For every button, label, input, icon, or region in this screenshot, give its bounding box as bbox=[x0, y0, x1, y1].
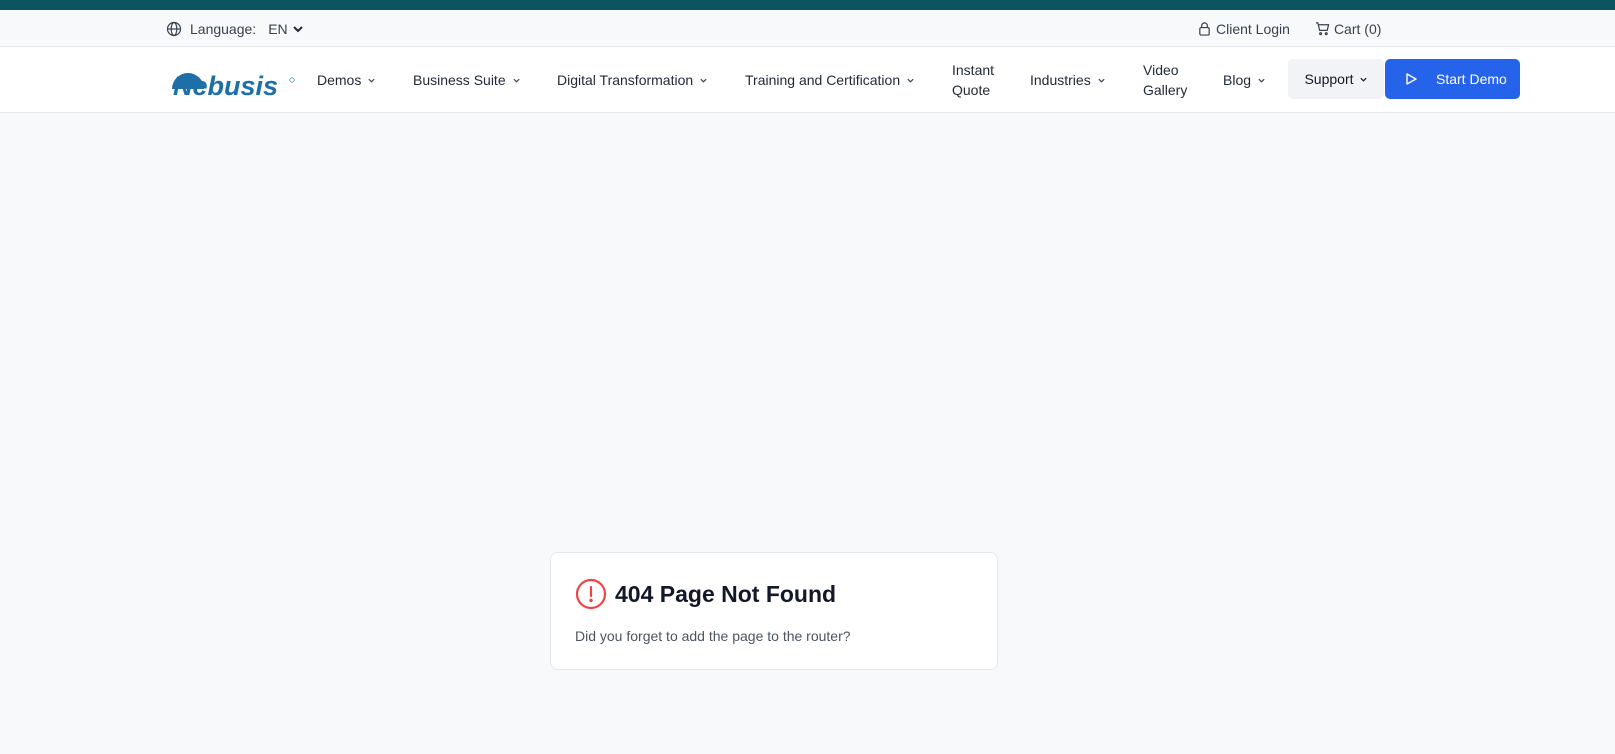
chevron-down-icon bbox=[1258, 78, 1265, 83]
nav-digital-transformation[interactable]: Digital Transformation bbox=[557, 47, 708, 113]
start-demo-label: Start Demo bbox=[1436, 71, 1507, 87]
card-header: 404 Page Not Found bbox=[575, 578, 836, 610]
alert-circle-icon bbox=[575, 578, 607, 610]
top-accent-stripe bbox=[0, 0, 1615, 10]
chevron-down-icon bbox=[907, 78, 914, 83]
nav-demos[interactable]: Demos bbox=[317, 47, 376, 113]
language-select[interactable]: EN bbox=[268, 21, 303, 37]
error-message: Did you forget to add the page to the ro… bbox=[575, 628, 851, 644]
nav-instant-quote-line2: Quote bbox=[952, 82, 991, 98]
chevron-down-icon bbox=[1359, 77, 1367, 82]
client-login-link[interactable]: Client Login bbox=[1197, 21, 1290, 37]
client-login-label: Client Login bbox=[1216, 20, 1290, 37]
nav-blog-label: Blog bbox=[1223, 72, 1252, 88]
nav-business-suite-label: Business Suite bbox=[413, 72, 506, 88]
chevron-down-icon bbox=[700, 78, 707, 83]
nav-instant-quote-line1: Instant bbox=[952, 62, 995, 78]
start-demo-button[interactable]: Start Demo bbox=[1385, 59, 1520, 99]
nebusis-logo[interactable]: Nebusis bbox=[170, 63, 296, 97]
chevron-down-icon bbox=[292, 25, 303, 32]
logo-text: Nebusis bbox=[173, 71, 278, 97]
not-found-card: 404 Page Not Found Did you forget to add… bbox=[550, 552, 998, 670]
main-nav: Nebusis Demos Business Suite Digital Tra… bbox=[0, 47, 1615, 113]
chevron-down-icon bbox=[368, 78, 375, 83]
chevron-down-icon bbox=[512, 78, 520, 83]
cart-link[interactable]: Cart (0) bbox=[1315, 21, 1381, 37]
nav-video-gallery-line1: Video bbox=[1143, 62, 1179, 78]
nav-training-certification[interactable]: Training and Certification bbox=[745, 47, 915, 113]
nav-business-suite[interactable]: Business Suite bbox=[413, 47, 521, 113]
nav-video-gallery[interactable]: Video Gallery bbox=[1143, 47, 1187, 113]
language-switcher: Language: EN bbox=[166, 10, 304, 47]
nav-industries-label: Industries bbox=[1030, 72, 1091, 88]
language-value: EN bbox=[268, 20, 288, 37]
nav-instant-quote[interactable]: Instant Quote bbox=[952, 47, 994, 113]
utility-links: Client Login Cart (0) bbox=[1197, 10, 1381, 47]
cart-icon bbox=[1315, 22, 1330, 36]
language-label: Language: bbox=[190, 20, 257, 37]
support-button[interactable]: Support bbox=[1288, 59, 1384, 99]
support-label: Support bbox=[1304, 71, 1354, 87]
cart-label: Cart (0) bbox=[1333, 20, 1382, 37]
nav-digital-transformation-label: Digital Transformation bbox=[557, 72, 694, 88]
play-icon bbox=[1406, 73, 1417, 85]
nav-training-certification-label: Training and Certification bbox=[745, 72, 901, 88]
nav-demos-label: Demos bbox=[317, 72, 362, 88]
lock-icon bbox=[1199, 22, 1210, 36]
error-title: 404 Page Not Found bbox=[615, 580, 837, 607]
utility-bar: Language: EN Client Login Cart (0) bbox=[0, 10, 1615, 47]
nav-blog[interactable]: Blog bbox=[1223, 47, 1266, 113]
nav-industries[interactable]: Industries bbox=[1030, 47, 1106, 113]
globe-icon bbox=[166, 21, 182, 36]
chevron-down-icon bbox=[1098, 78, 1105, 83]
nav-video-gallery-line2: Gallery bbox=[1143, 82, 1188, 98]
